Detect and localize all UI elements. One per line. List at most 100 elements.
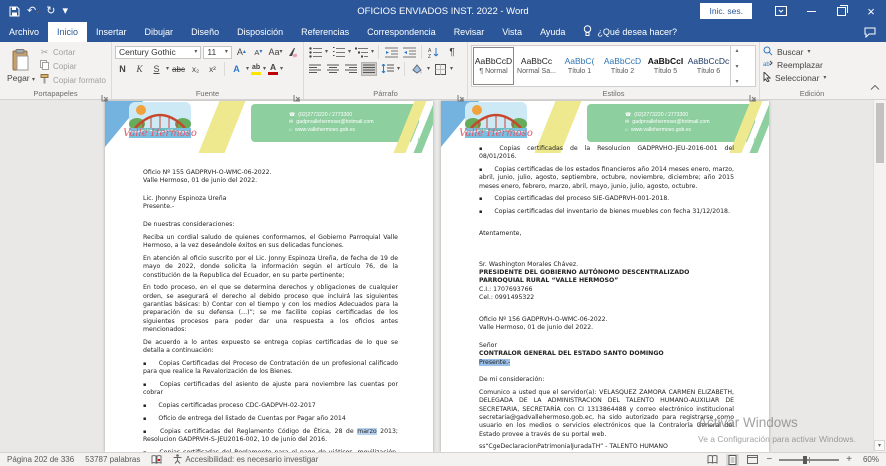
ribbon-display-options-icon[interactable] xyxy=(766,0,796,22)
oficio-number: Oficio Nº 155 GADPRVH-O-WMC-06-2022. xyxy=(143,169,398,177)
replace-button[interactable]: ab Reemplazar xyxy=(763,59,861,71)
gallery-down-icon: ▾ xyxy=(735,63,738,70)
zoom-in-button[interactable]: + xyxy=(846,455,852,465)
shrink-font-button[interactable]: A▾ xyxy=(251,45,266,59)
align-center-icon[interactable] xyxy=(325,62,341,76)
clipboard-dialog-launcher-icon[interactable] xyxy=(101,89,109,97)
zoom-slider[interactable] xyxy=(779,459,839,461)
highlight-color-button[interactable]: ab xyxy=(251,64,261,75)
redo-icon[interactable]: ↻ xyxy=(46,6,55,17)
styles-gallery-scroll[interactable]: ▴ ▾ ▾ xyxy=(730,46,743,86)
change-case-button[interactable]: Aa▾ xyxy=(268,45,283,59)
tab-disposicion[interactable]: Disposición xyxy=(228,22,292,42)
letter-body[interactable]: Oficio Nº 155 GADPRVH-O-WMC-06-2022. Val… xyxy=(143,169,398,452)
font-size-select[interactable]: 11▾ xyxy=(203,46,232,59)
accessibility-status[interactable]: Accesibilidad: es necesario investigar xyxy=(173,454,318,466)
zoom-slider-thumb[interactable] xyxy=(803,456,807,464)
scrollbar-thumb[interactable] xyxy=(876,103,884,163)
numbering-icon[interactable] xyxy=(330,45,346,59)
scroll-down-icon[interactable]: ▾ xyxy=(874,440,885,451)
document-canvas[interactable]: ☎(02)2773220 / 2773300 ✉gadprvallehermos… xyxy=(0,100,874,452)
word-count[interactable]: 53787 palabras xyxy=(85,455,140,464)
format-painter-button[interactable]: Copiar formato xyxy=(39,74,106,86)
minimize-button[interactable] xyxy=(796,0,826,22)
letterhead-email: gadprvallehermoso@hotmail.com xyxy=(296,120,373,125)
style-normal[interactable]: AaBbCcD ¶ Normal xyxy=(472,46,515,86)
read-mode-icon[interactable] xyxy=(706,454,719,466)
svg-text:ab: ab xyxy=(763,62,770,68)
font-color-button[interactable]: A xyxy=(268,63,278,76)
style-normal-sa[interactable]: AaBbCc Normal Sa... xyxy=(515,46,558,86)
text-effects-button[interactable]: A xyxy=(229,62,244,76)
show-marks-icon[interactable]: ¶ xyxy=(444,45,460,59)
sign-in-button[interactable]: Inic. ses. xyxy=(700,3,752,19)
page-indicator[interactable]: Página 202 de 336 xyxy=(7,455,74,464)
collapse-ribbon-icon[interactable] xyxy=(870,78,880,96)
borders-icon[interactable] xyxy=(432,62,448,76)
italic-button[interactable]: K xyxy=(132,62,147,76)
gallery-up-icon: ▴ xyxy=(735,47,738,54)
web-layout-icon[interactable] xyxy=(746,454,759,466)
grow-font-button[interactable]: A▴ xyxy=(234,45,249,59)
valle-hermoso-logo: GAD PARROQUIAL Valle Hermoso xyxy=(117,102,203,154)
proofing-status-icon[interactable] xyxy=(151,455,162,465)
comments-icon[interactable] xyxy=(864,22,886,42)
style-titulo2[interactable]: AaBbCcD Título 2 xyxy=(601,46,644,86)
style-titulo5[interactable]: AaBbCcI Título 5 xyxy=(644,46,687,86)
tab-dibujar[interactable]: Dibujar xyxy=(136,22,183,42)
letter-body[interactable]: ▪Copias certificadas de la Resolucion GA… xyxy=(479,145,734,452)
style-titulo1[interactable]: AaBbC( Título 1 xyxy=(558,46,601,86)
increase-indent-icon[interactable] xyxy=(401,45,417,59)
multilevel-list-icon[interactable] xyxy=(353,45,369,59)
zoom-percentage[interactable]: 60% xyxy=(859,455,879,464)
sort-icon[interactable]: AZ xyxy=(426,45,442,59)
paste-button[interactable]: Pegar ▾ xyxy=(3,45,39,86)
bullet-item: ▪Copias certificadas proceso CDC-GADPVH-… xyxy=(143,402,398,410)
bullet-item: ▪Copias Certificadas del Proceso de Cont… xyxy=(143,360,398,377)
tab-correspondencia[interactable]: Correspondencia xyxy=(358,22,445,42)
align-left-icon[interactable] xyxy=(307,62,323,76)
style-titulo6[interactable]: AaBbCcDc Título 6 xyxy=(687,46,730,86)
bold-button[interactable]: N xyxy=(115,62,130,76)
line-spacing-icon[interactable] xyxy=(379,62,395,76)
tab-vista[interactable]: Vista xyxy=(493,22,531,42)
tab-revisar[interactable]: Revisar xyxy=(445,22,494,42)
tab-inicio[interactable]: Inicio xyxy=(48,22,87,42)
customize-qat-icon[interactable]: ▾ xyxy=(62,6,68,17)
tell-me-box[interactable]: ¿Qué desea hacer? xyxy=(574,22,686,42)
vertical-scrollbar[interactable]: ▾ xyxy=(873,100,886,452)
tab-archivo[interactable]: Archivo xyxy=(0,22,48,42)
subscript-button[interactable]: x₂ xyxy=(188,62,203,76)
underline-dropdown-icon[interactable]: ▾ xyxy=(166,66,169,72)
tab-ayuda[interactable]: Ayuda xyxy=(531,22,574,42)
copy-button[interactable]: Copiar xyxy=(39,60,106,72)
tab-referencias[interactable]: Referencias xyxy=(292,22,358,42)
align-right-icon[interactable] xyxy=(343,62,359,76)
window-controls: Inic. ses. × xyxy=(700,0,886,22)
print-layout-icon[interactable] xyxy=(726,454,739,466)
justify-icon[interactable] xyxy=(361,62,377,76)
select-button[interactable]: Seleccionar▾ xyxy=(763,72,861,84)
clear-formatting-icon[interactable] xyxy=(285,45,300,59)
font-family-select[interactable]: Century Gothic▾ xyxy=(115,46,201,59)
zoom-out-button[interactable]: − xyxy=(766,455,772,465)
bullets-icon[interactable] xyxy=(307,45,323,59)
underline-button[interactable]: S xyxy=(149,62,164,76)
close-button[interactable]: × xyxy=(856,0,886,22)
font-dialog-launcher-icon[interactable] xyxy=(293,89,301,97)
strikethrough-button[interactable]: abc xyxy=(171,62,186,76)
shading-icon[interactable] xyxy=(409,62,425,76)
undo-icon[interactable]: ↶▾ xyxy=(27,6,39,17)
decrease-indent-icon[interactable] xyxy=(383,45,399,59)
restore-button[interactable] xyxy=(826,0,856,22)
find-button[interactable]: Buscar▾ xyxy=(763,46,861,58)
cut-button[interactable]: ✂Cortar xyxy=(39,47,106,58)
superscript-button[interactable]: x² xyxy=(205,62,220,76)
document-page-1[interactable]: ☎(02)2773220 / 2773300 ✉gadprvallehermos… xyxy=(105,101,433,452)
styles-dialog-launcher-icon[interactable] xyxy=(749,89,757,97)
paragraph-dialog-launcher-icon[interactable] xyxy=(457,89,465,97)
tab-insertar[interactable]: Insertar xyxy=(87,22,136,42)
document-page-2[interactable]: ☎(02)2773220 / 2773300 ✉gadprvallehermos… xyxy=(441,101,769,452)
tab-diseno[interactable]: Diseño xyxy=(182,22,228,42)
save-icon[interactable] xyxy=(9,6,20,17)
